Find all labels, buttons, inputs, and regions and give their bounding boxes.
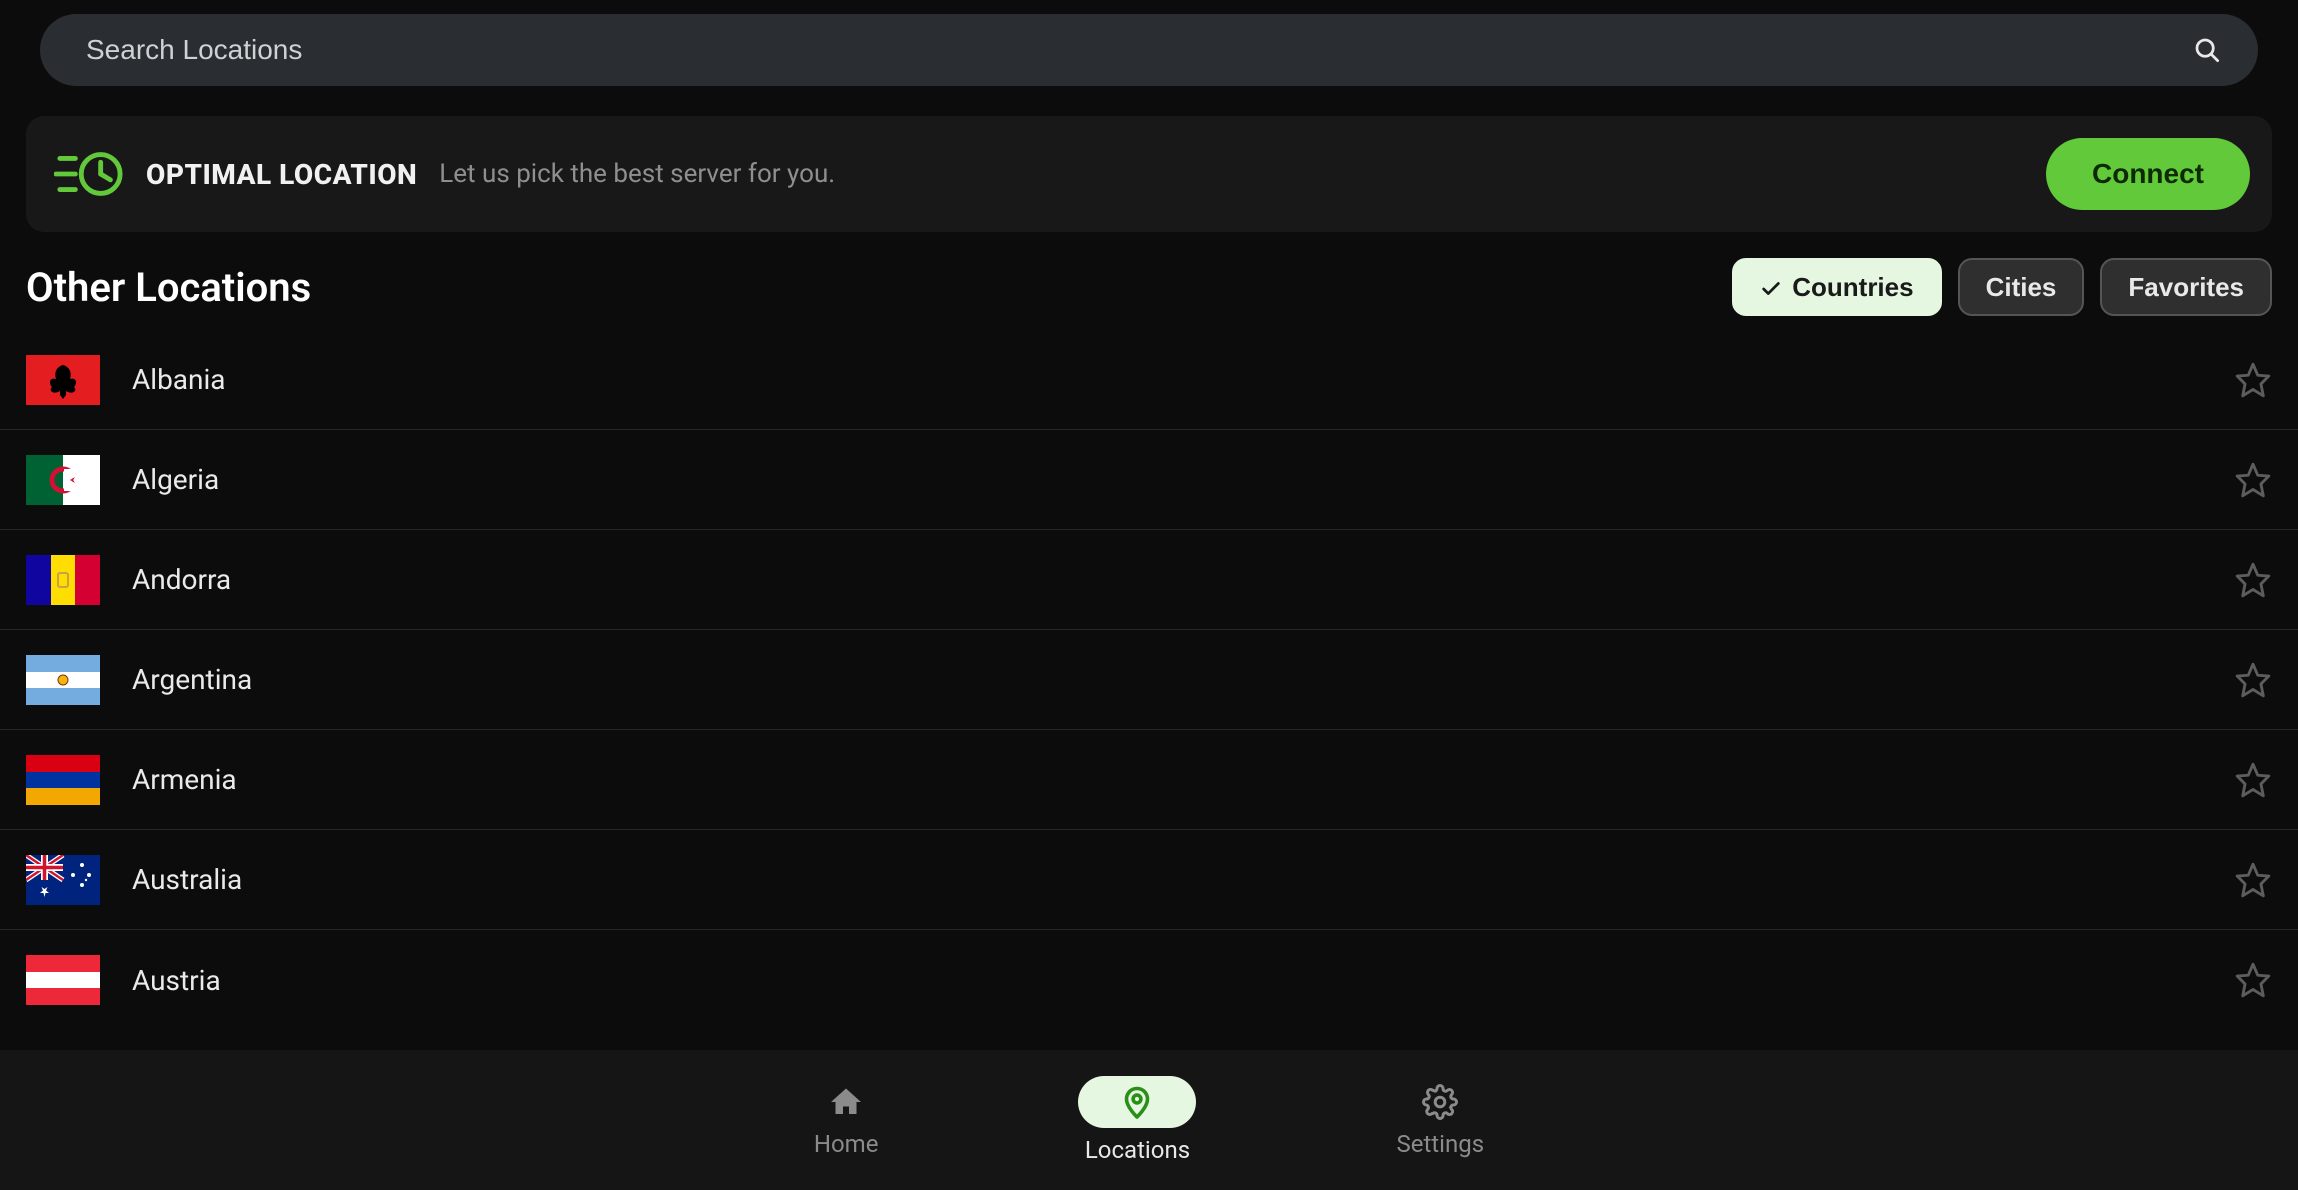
search-bar-container — [0, 0, 2298, 86]
country-list: Albania Algeria — [0, 330, 2298, 1050]
flag-icon-argentina — [26, 655, 100, 705]
list-item[interactable]: Albania — [0, 330, 2298, 430]
favorite-star-icon[interactable] — [2234, 461, 2272, 499]
flag-icon-austria — [26, 955, 100, 1005]
flag-icon-australia — [26, 855, 100, 905]
nav-settings[interactable]: Settings — [1396, 1082, 1484, 1158]
favorite-star-icon[interactable] — [2234, 661, 2272, 699]
country-name: Algeria — [132, 463, 219, 496]
optimal-location-banner: OPTIMAL LOCATION Let us pick the best se… — [26, 116, 2272, 232]
nav-locations-label: Locations — [1085, 1136, 1190, 1164]
favorite-star-icon[interactable] — [2234, 961, 2272, 999]
list-item[interactable]: Andorra — [0, 530, 2298, 630]
other-locations-title: Other Locations — [26, 264, 311, 311]
tab-favorites[interactable]: Favorites — [2100, 258, 2272, 316]
optimal-location-banner-wrap: OPTIMAL LOCATION Let us pick the best se… — [0, 86, 2298, 232]
location-pin-icon — [1078, 1076, 1196, 1128]
nav-settings-label: Settings — [1396, 1130, 1484, 1158]
search-bar[interactable] — [40, 14, 2258, 86]
list-item[interactable]: Australia — [0, 830, 2298, 930]
list-item[interactable]: Austria — [0, 930, 2298, 1030]
flag-icon-armenia — [26, 755, 100, 805]
optimal-location-title: OPTIMAL LOCATION — [146, 158, 417, 191]
favorite-star-icon[interactable] — [2234, 861, 2272, 899]
favorite-star-icon[interactable] — [2234, 761, 2272, 799]
optimal-location-icon — [54, 143, 124, 205]
optimal-location-subtitle: Let us pick the best server for you. — [439, 159, 835, 189]
flag-icon-andorra — [26, 555, 100, 605]
bottom-navigation: Home Locations Settings — [0, 1050, 2298, 1190]
country-name: Argentina — [132, 663, 252, 696]
nav-home-label: Home — [814, 1130, 879, 1158]
list-item[interactable]: Algeria — [0, 430, 2298, 530]
home-icon — [826, 1082, 866, 1122]
tab-favorites-label: Favorites — [2128, 272, 2244, 303]
nav-home[interactable]: Home — [814, 1082, 879, 1158]
country-name: Australia — [132, 863, 242, 896]
nav-locations[interactable]: Locations — [1078, 1076, 1196, 1164]
country-name: Austria — [132, 964, 221, 997]
list-item[interactable]: Armenia — [0, 730, 2298, 830]
favorite-star-icon[interactable] — [2234, 561, 2272, 599]
app-root: OPTIMAL LOCATION Let us pick the best se… — [0, 0, 2298, 1190]
favorite-star-icon[interactable] — [2234, 361, 2272, 399]
gear-icon — [1420, 1082, 1460, 1122]
list-item[interactable]: Argentina — [0, 630, 2298, 730]
country-name: Armenia — [132, 763, 237, 796]
location-filter-tabs: Countries Cities Favorites — [1732, 258, 2272, 316]
tab-countries-label: Countries — [1792, 272, 1913, 303]
locations-section-header: Other Locations Countries Cities Favorit… — [0, 232, 2298, 316]
flag-icon-algeria — [26, 455, 100, 505]
search-input[interactable] — [84, 33, 2192, 67]
check-icon — [1760, 276, 1782, 298]
flag-icon-albania — [26, 355, 100, 405]
tab-cities-label: Cities — [1986, 272, 2057, 303]
country-name: Albania — [132, 363, 226, 396]
connect-button[interactable]: Connect — [2046, 138, 2250, 210]
country-name: Andorra — [132, 563, 231, 596]
tab-cities[interactable]: Cities — [1958, 258, 2085, 316]
tab-countries[interactable]: Countries — [1732, 258, 1941, 316]
search-icon[interactable] — [2192, 35, 2222, 65]
